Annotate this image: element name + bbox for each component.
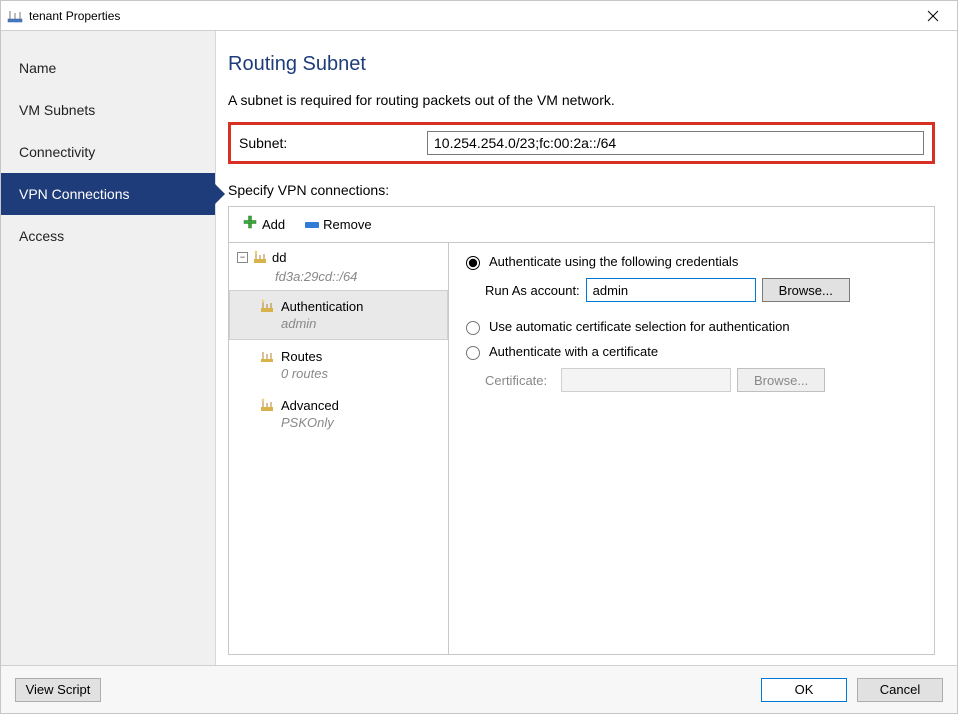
sidebar-item-connectivity[interactable]: Connectivity	[1, 131, 215, 173]
radio-cert-label: Authenticate with a certificate	[489, 344, 658, 359]
close-button[interactable]	[913, 2, 953, 30]
tree-root-label: dd	[272, 250, 286, 265]
titlebar: tenant Properties	[1, 1, 957, 31]
add-button[interactable]: Add	[235, 211, 292, 238]
ok-button[interactable]: OK	[761, 678, 847, 702]
page-title: Routing Subnet	[228, 53, 935, 76]
sidebar-item-label: VM Subnets	[19, 102, 95, 118]
plus-icon	[242, 214, 258, 235]
authentication-icon	[259, 298, 275, 314]
tree-item-subtext: admin	[259, 314, 440, 339]
subnet-input[interactable]	[427, 131, 924, 155]
sidebar-item-vm-subnets[interactable]: VM Subnets	[1, 89, 215, 131]
window-title: tenant Properties	[29, 9, 120, 23]
add-label: Add	[262, 217, 285, 232]
cancel-button[interactable]: Cancel	[857, 678, 943, 702]
remove-label: Remove	[323, 217, 371, 232]
tree-item-subtext: PSKOnly	[259, 413, 440, 438]
specify-vpn-label: Specify VPN connections:	[228, 182, 935, 198]
runas-account-input[interactable]	[586, 278, 756, 302]
minus-icon	[305, 222, 319, 228]
dialog-body: Name VM Subnets Connectivity VPN Connect…	[1, 31, 957, 665]
tree-root-subtext: fd3a:29cd::/64	[229, 267, 448, 290]
vpn-connections-panel: Add Remove − dd	[228, 206, 935, 655]
page-description: A subnet is required for routing packets…	[228, 92, 935, 108]
radio-credentials[interactable]	[466, 256, 480, 270]
sidebar-item-label: VPN Connections	[19, 186, 130, 202]
radio-auto-cert[interactable]	[466, 321, 480, 335]
routes-icon	[259, 348, 275, 364]
radio-cert[interactable]	[466, 346, 480, 360]
vpn-tree: − dd fd3a:29cd::/64	[229, 243, 449, 654]
sidebar-item-access[interactable]: Access	[1, 215, 215, 257]
tree-item-label: Authentication	[281, 299, 363, 314]
tree-root-node[interactable]: − dd	[229, 243, 448, 267]
sidebar-item-label: Connectivity	[19, 144, 95, 160]
runas-row: Run As account: Browse...	[485, 278, 922, 302]
authentication-detail: Authenticate using the following credent…	[449, 243, 934, 654]
sidebar: Name VM Subnets Connectivity VPN Connect…	[1, 31, 216, 665]
subnet-row-highlight: Subnet:	[228, 122, 935, 164]
view-script-button[interactable]: View Script	[15, 678, 101, 702]
sidebar-item-label: Name	[19, 60, 56, 76]
advanced-icon	[259, 397, 275, 413]
sidebar-item-vpn-connections[interactable]: VPN Connections	[1, 173, 215, 215]
titlebar-left: tenant Properties	[7, 8, 120, 24]
radio-auto-cert-row[interactable]: Use automatic certificate selection for …	[461, 318, 922, 335]
vpn-toolbar: Add Remove	[229, 207, 934, 243]
tree-item-subtext: 0 routes	[259, 364, 440, 389]
runas-label: Run As account:	[485, 283, 580, 298]
sidebar-item-name[interactable]: Name	[1, 47, 215, 89]
tree-item-advanced[interactable]: Advanced PSKOnly	[229, 389, 448, 438]
tree-item-label: Advanced	[281, 398, 339, 413]
certificate-row: Certificate: Browse...	[485, 368, 922, 392]
browse-certificate-button: Browse...	[737, 368, 825, 392]
vpn-content: − dd fd3a:29cd::/64	[229, 243, 934, 654]
tree-item-routes[interactable]: Routes 0 routes	[229, 340, 448, 389]
tree-item-label: Routes	[281, 349, 322, 364]
radio-credentials-label: Authenticate using the following credent…	[489, 254, 738, 269]
certificate-label: Certificate:	[485, 373, 555, 388]
main-panel: Routing Subnet A subnet is required for …	[216, 31, 957, 665]
browse-account-button[interactable]: Browse...	[762, 278, 850, 302]
dialog-footer: View Script OK Cancel	[1, 665, 957, 713]
tree-item-authentication[interactable]: Authentication admin	[229, 290, 448, 340]
sidebar-item-label: Access	[19, 228, 64, 244]
app-icon	[7, 8, 23, 24]
connection-icon	[252, 249, 268, 265]
radio-auto-cert-label: Use automatic certificate selection for …	[489, 319, 790, 334]
collapse-icon[interactable]: −	[237, 252, 248, 263]
subnet-label: Subnet:	[239, 135, 427, 151]
radio-credentials-row[interactable]: Authenticate using the following credent…	[461, 253, 922, 270]
radio-cert-row[interactable]: Authenticate with a certificate	[461, 343, 922, 360]
remove-button[interactable]: Remove	[298, 214, 378, 235]
certificate-field	[561, 368, 731, 392]
